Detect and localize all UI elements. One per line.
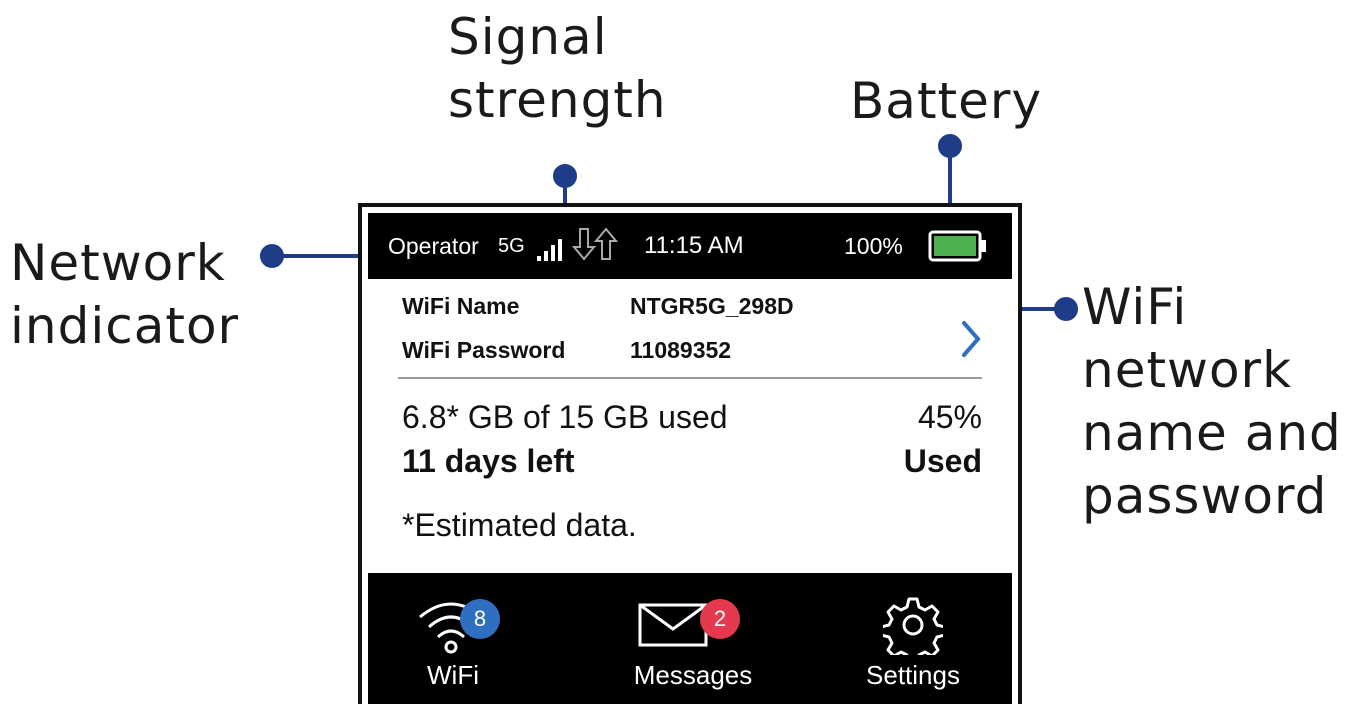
nav-settings-label: Settings [866,660,960,690]
battery-leader-dot [938,134,962,158]
battery-fill [934,236,976,256]
device-screen: Operator 5G 11:15 AM 100% WiFi Name NTGR… [368,213,1012,704]
callout-text: Network [10,234,226,292]
callout-text: indicator [10,297,240,355]
bottom-nav: 8 WiFi 2 Messages Settings [368,573,1012,704]
callout-text: network [1082,341,1293,399]
wifi-count-badge: 8 [460,599,500,639]
data-transfer-icon [572,227,619,261]
device-frame: Operator 5G 11:15 AM 100% WiFi Name NTGR… [358,203,1022,704]
envelope-icon [638,603,708,647]
network-indicator-callout: Network indicator [10,232,239,358]
battery-percent: 100% [844,233,903,259]
nav-wifi-button[interactable]: 8 WiFi [398,573,508,703]
wifi-name-value: NTGR5G_298D [630,293,794,319]
gear-icon [883,597,943,655]
callout-text: password [1082,467,1328,525]
operator-name: Operator [388,233,479,259]
wifi-password-label: WiFi Password [402,337,566,363]
wifi-password-value: 11089352 [630,337,732,363]
callout-text: WiFi [1082,278,1188,336]
nav-messages-button[interactable]: 2 Messages [608,573,778,703]
wifi-leader-dot [1054,297,1078,321]
callout-text: Battery [850,72,1043,130]
callout-text: name and [1082,404,1342,462]
signal-leader-dot [553,164,577,188]
wifi-info-card[interactable]: WiFi Name NTGR5G_298D WiFi Password 1108… [368,279,1012,379]
wifi-name-label: WiFi Name [402,293,520,319]
chevron-right-icon[interactable] [960,319,982,359]
data-usage-amount: 6.8* GB of 15 GB used [402,399,728,435]
callout-text: Signal [448,8,608,66]
usage-percent: 45% [917,399,982,435]
network-type: 5G [498,235,525,257]
wifi-network-callout: WiFi network name and password [1082,276,1342,528]
estimate-footnote: *Estimated data. [402,507,637,543]
messages-count-badge: 2 [700,599,740,639]
divider [398,377,982,379]
days-left: 11 days left [402,443,575,479]
battery-callout: Battery [850,70,1042,133]
signal-bars-icon [537,239,562,261]
status-bar: Operator 5G 11:15 AM 100% [368,213,1012,279]
signal-strength-callout: Signal strength [448,6,667,132]
network-leader-dot [260,244,284,268]
callout-text: strength [448,71,667,129]
usage-percent-label: Used [903,443,982,479]
nav-wifi-label: WiFi [427,660,479,690]
nav-messages-label: Messages [633,660,753,690]
clock: 11:15 AM [644,232,744,259]
battery-icon [928,230,986,262]
nav-settings-button[interactable]: Settings [848,573,978,703]
